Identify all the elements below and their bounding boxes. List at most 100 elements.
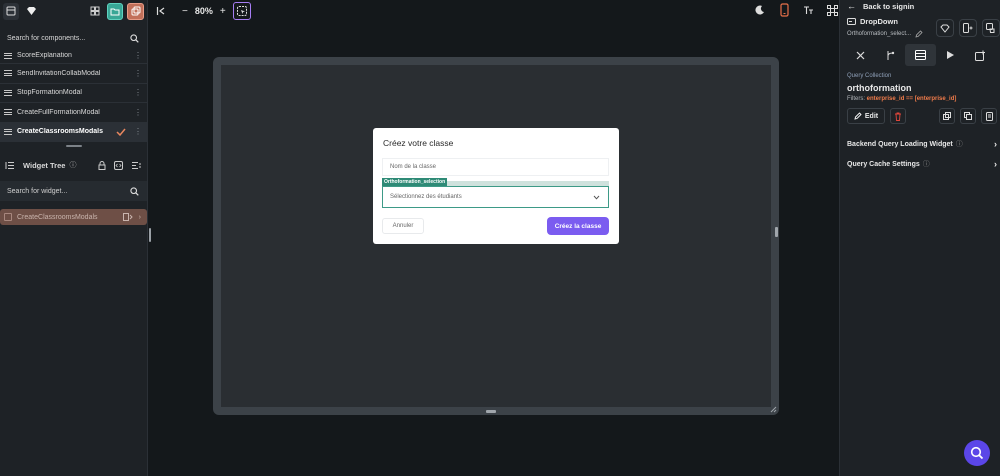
selected-widget-name: DropDown <box>847 17 898 26</box>
copy-query-button[interactable] <box>939 108 955 124</box>
panel-resize-handle[interactable] <box>65 145 82 147</box>
wand-icon <box>856 51 865 59</box>
list-item[interactable]: CreateFullFormationModal ⋮ <box>0 103 147 123</box>
component-search-input[interactable]: Search for components... <box>7 35 85 42</box>
tree-node-root[interactable]: CreateClassroomsModals › <box>0 209 147 225</box>
query-type-label: Query Collection <box>847 73 892 79</box>
left-panel: Search for components... ScoreExplanatio… <box>0 0 148 476</box>
zoom-in-button[interactable]: + <box>220 6 226 17</box>
help-search-button[interactable] <box>964 440 990 466</box>
branch-icon <box>887 50 894 60</box>
selected-widget-id: Orthoformation_select... <box>847 30 923 38</box>
expand-icon[interactable] <box>122 213 133 221</box>
component-list: ScoreExplanation ⋮ SendInvitationCollabM… <box>0 48 147 142</box>
info-icon[interactable]: ⓘ <box>956 141 963 148</box>
select-mode-button[interactable] <box>232 2 251 20</box>
widget-tree-title: Widget Tree <box>23 160 66 170</box>
select-cursor-icon <box>236 6 247 16</box>
info-icon[interactable]: ⓘ <box>923 161 930 168</box>
more-icon[interactable]: ⋮ <box>134 69 142 78</box>
tab-logic[interactable] <box>875 44 905 66</box>
query-filters: Filters: enterprise_id == [enterprise_id… <box>847 96 957 102</box>
code-icon[interactable] <box>114 160 123 170</box>
list-item[interactable]: StopFormationModal ⋮ <box>0 84 147 103</box>
cancel-button[interactable]: Annuler <box>382 218 424 234</box>
selected-widget-tag: Orthoformation_selection <box>382 178 448 186</box>
grid-icon[interactable] <box>87 3 103 20</box>
drag-handle-icon[interactable] <box>4 89 12 96</box>
copy-icon <box>943 112 951 120</box>
query-doc-button[interactable] <box>981 108 997 124</box>
query-collection-name: orthoformation <box>847 83 912 93</box>
drag-handle-icon[interactable] <box>4 128 12 135</box>
device-resize-handle-right[interactable] <box>775 227 778 237</box>
zoom-level[interactable]: 80% <box>195 6 213 16</box>
list-item[interactable]: ScoreExplanation ⋮ <box>0 48 147 64</box>
chevron-right-icon[interactable]: › <box>139 214 141 221</box>
modal-title: Créez votre classe <box>383 138 454 148</box>
left-panel-resize-handle[interactable] <box>149 228 151 242</box>
add-widget-icon <box>963 23 973 33</box>
widget-search-input[interactable]: Search for widget... <box>7 188 67 195</box>
canvas-toolbar: − 80% + <box>156 0 251 22</box>
more-icon[interactable]: ⋮ <box>134 88 142 97</box>
create-class-button[interactable]: Créez la classe <box>547 217 609 235</box>
backend-query-loading-section[interactable]: Backend Query Loading Widget ⓘ › <box>847 139 997 149</box>
component-search[interactable]: Search for components... <box>0 28 147 48</box>
drag-handle-icon[interactable] <box>4 70 12 77</box>
drag-handle-icon[interactable] <box>4 109 12 116</box>
back-link[interactable]: ← Back to signin <box>840 0 1000 12</box>
query-cache-section[interactable]: Query Cache Settings ⓘ › <box>847 159 997 169</box>
tab-animations[interactable] <box>936 44 966 66</box>
resize-corner-icon[interactable] <box>770 406 777 413</box>
gem-button[interactable] <box>936 19 954 37</box>
tab-backend-query[interactable] <box>905 44 936 66</box>
drag-handle-icon[interactable] <box>4 52 12 59</box>
moon-icon[interactable] <box>752 1 768 19</box>
gem-icon[interactable] <box>23 3 39 20</box>
class-name-field[interactable]: Nom de la classe <box>382 158 609 176</box>
mobile-device-icon[interactable] <box>776 1 792 19</box>
students-dropdown[interactable]: Sélectionnez des étudiants <box>382 186 609 208</box>
widget-frame-icon[interactable] <box>824 1 840 19</box>
trash-icon <box>895 112 901 121</box>
lock-icon[interactable] <box>98 160 106 170</box>
component-icon <box>4 213 12 221</box>
add-widget-button[interactable] <box>959 19 977 37</box>
edit-query-button[interactable]: Edit <box>847 108 885 124</box>
edit-pencil-icon[interactable] <box>915 30 923 38</box>
tree-icon <box>5 161 14 169</box>
query-actions: Edit <box>847 108 997 124</box>
table-icon <box>915 50 926 60</box>
copy-icon[interactable] <box>127 2 144 20</box>
search-icon <box>130 33 139 43</box>
arrow-left-icon: ← <box>847 1 856 11</box>
chevron-right-icon: › <box>994 139 997 149</box>
list-item[interactable]: SendInvitationCollabModal ⋮ <box>0 64 147 84</box>
extract-widget-button[interactable] <box>982 19 1000 37</box>
paste-query-button[interactable] <box>960 108 976 124</box>
info-icon[interactable]: ⓘ <box>69 160 76 170</box>
list-item-active[interactable]: CreateClassroomsModals ⋮ <box>0 122 147 142</box>
list-tree-icon[interactable] <box>131 161 142 170</box>
canvas-toolbar-right <box>752 1 840 19</box>
widget-tree-header: Widget Tree ⓘ <box>0 155 147 175</box>
query-filter-expression: enterprise_id == [enterprise_id] <box>866 96 957 102</box>
left-toolbar <box>0 0 147 22</box>
widget-search[interactable]: Search for widget... <box>0 181 147 201</box>
collapse-panel-icon[interactable] <box>156 6 166 16</box>
tab-export[interactable] <box>966 44 996 66</box>
search-icon <box>970 446 984 460</box>
more-icon[interactable]: ⋮ <box>134 108 142 117</box>
folder-image-icon[interactable] <box>106 2 124 20</box>
delete-query-button[interactable] <box>890 108 906 124</box>
more-icon[interactable]: ⋮ <box>134 51 142 60</box>
property-tabs <box>845 44 996 66</box>
tab-properties[interactable] <box>845 44 875 66</box>
text-size-icon[interactable] <box>800 1 816 19</box>
more-icon[interactable]: ⋮ <box>134 127 142 136</box>
device-resize-handle-bottom[interactable] <box>486 410 496 413</box>
layers-icon[interactable] <box>3 2 20 20</box>
check-icon <box>116 128 126 136</box>
zoom-out-button[interactable]: − <box>182 6 188 17</box>
